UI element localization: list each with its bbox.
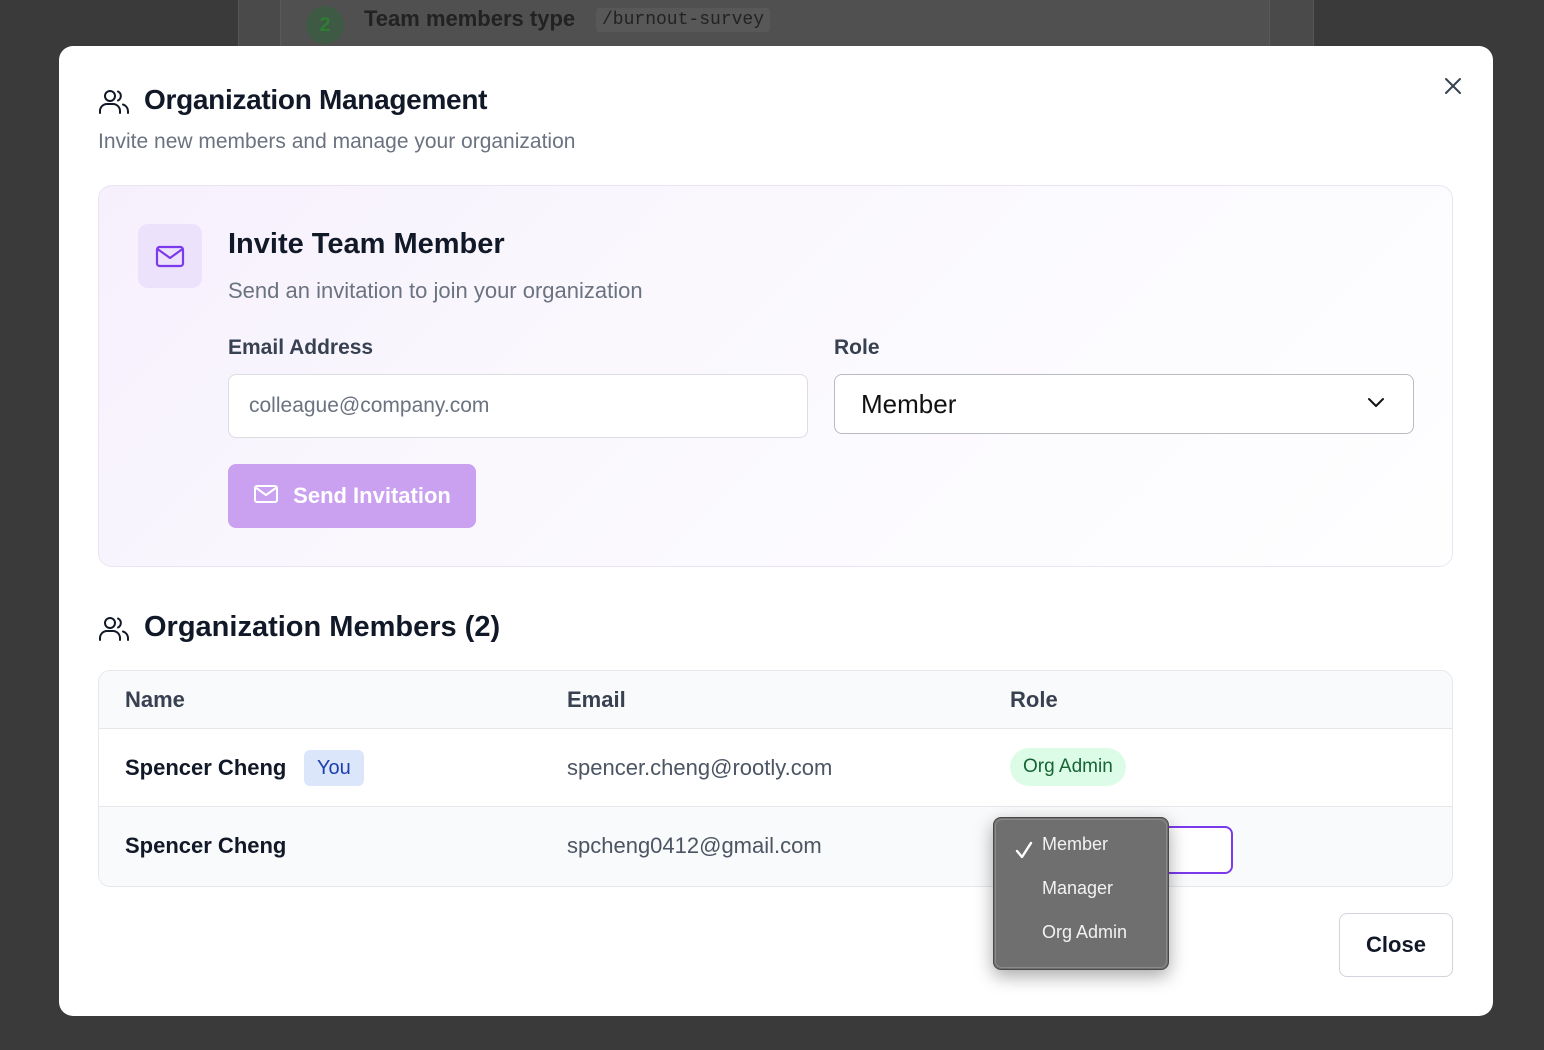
close-button[interactable]: Close: [1339, 913, 1453, 977]
background-command-code: /burnout-survey: [596, 8, 771, 32]
table-header: Name Email Role: [99, 671, 1452, 729]
member-email: spcheng0412@gmail.com: [567, 833, 822, 858]
column-header-name: Name: [125, 687, 185, 712]
table-row: Spencer Cheng You spencer.cheng@rootly.c…: [99, 729, 1452, 807]
member-email: spencer.cheng@rootly.com: [567, 755, 833, 780]
you-badge: You: [304, 750, 364, 786]
send-invitation-label: Send Invitation: [293, 483, 451, 508]
modal-subtitle: Invite new members and manage your organ…: [98, 130, 576, 153]
mail-icon: [253, 481, 279, 512]
members-table: Name Email Role Spencer Cheng You spence…: [98, 670, 1453, 887]
close-icon[interactable]: [1441, 74, 1465, 98]
users-icon: [98, 86, 130, 118]
chevron-down-icon: [1365, 391, 1387, 418]
send-invitation-button[interactable]: Send Invitation: [228, 464, 476, 528]
role-badge-org-admin: Org Admin: [1010, 748, 1126, 786]
background-step-number: 2: [306, 6, 344, 44]
invite-card: Invite Team Member Send an invitation to…: [98, 185, 1453, 567]
column-header-email: Email: [567, 687, 626, 712]
role-select[interactable]: Member: [834, 374, 1414, 434]
dropdown-option-member[interactable]: Member: [1042, 834, 1108, 855]
invite-subtitle: Send an invitation to join your organiza…: [228, 278, 643, 303]
email-field[interactable]: [228, 374, 808, 438]
organization-management-modal: Organization Management Invite new membe…: [59, 46, 1493, 1016]
checkmark-icon: [1014, 840, 1034, 860]
member-name: Spencer Cheng: [125, 755, 287, 780]
role-dropdown-menu: Member Manager Org Admin: [993, 817, 1169, 970]
role-label: Role: [834, 336, 880, 359]
email-label: Email Address: [228, 336, 374, 359]
modal-title: Organization Management: [144, 84, 488, 115]
mail-icon: [138, 224, 202, 288]
members-title: Organization Members (2): [144, 611, 501, 643]
invite-title: Invite Team Member: [228, 228, 505, 260]
dropdown-option-manager[interactable]: Manager: [1042, 878, 1113, 899]
column-header-role: Role: [1010, 687, 1058, 712]
table-row: Spencer Cheng spcheng0412@gmail.com: [99, 807, 1452, 886]
member-name: Spencer Cheng: [125, 833, 287, 858]
background-step-text: Team members type: [364, 6, 576, 31]
dropdown-option-org-admin[interactable]: Org Admin: [1042, 922, 1127, 943]
users-icon: [98, 613, 130, 645]
role-select-value: Member: [861, 388, 957, 419]
